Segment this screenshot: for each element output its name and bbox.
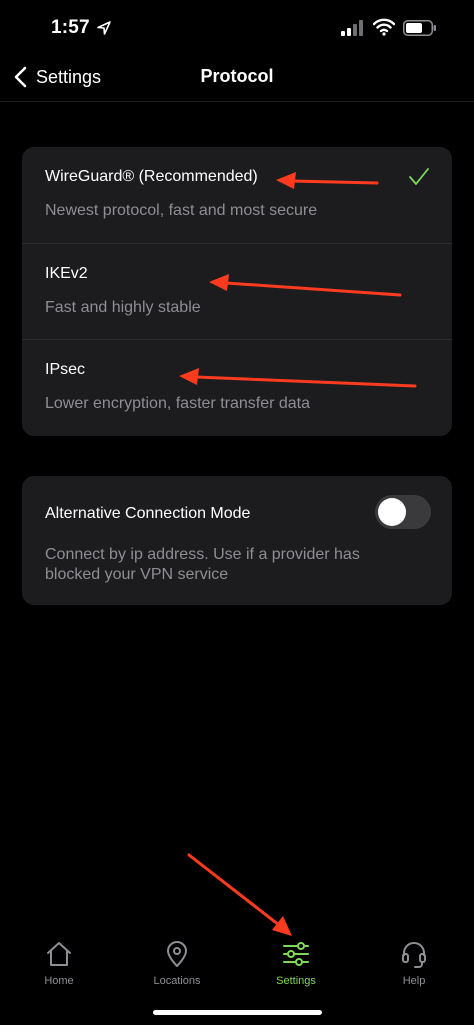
protocol-option-wireguard[interactable]: WireGuard® (Recommended) Newest protocol…: [22, 147, 452, 243]
protocol-description: Newest protocol, fast and most secure: [45, 202, 318, 219]
protocol-description: Fast and highly stable: [45, 299, 201, 316]
annotation-arrow-settings-tab: [187, 853, 292, 936]
protocol-option-ikev2[interactable]: IKEv2 Fast and highly stable: [22, 243, 452, 339]
protocol-name: IKEv2: [45, 265, 88, 282]
wifi-icon: [373, 18, 395, 36]
navigation-bar: Settings Protocol: [0, 56, 474, 102]
location-arrow-icon: [97, 21, 111, 35]
cellular-signal-icon: [341, 20, 363, 36]
battery-icon: [403, 20, 436, 36]
alternative-mode-toggle[interactable]: [375, 495, 431, 529]
tab-label: Locations: [153, 975, 201, 987]
tab-label: Home: [44, 975, 74, 987]
headset-icon: [402, 942, 426, 968]
protocol-list: WireGuard® (Recommended) Newest protocol…: [22, 147, 452, 436]
home-icon: [47, 942, 71, 966]
protocol-name: IPsec: [45, 361, 86, 378]
location-pin-icon: [167, 941, 187, 967]
status-time: 1:57: [51, 17, 90, 38]
tab-label: Settings: [276, 975, 316, 987]
sliders-icon: [283, 942, 309, 966]
tab-settings[interactable]: Settings: [246, 939, 346, 987]
tab-label: Help: [402, 975, 426, 987]
tab-home[interactable]: Home: [9, 939, 109, 987]
checkmark-icon: [409, 168, 429, 185]
protocol-name: WireGuard® (Recommended): [45, 168, 258, 185]
toggle-knob: [378, 498, 406, 526]
page-title: Protocol: [200, 66, 274, 86]
protocol-description: Lower encryption, faster transfer data: [45, 395, 311, 412]
alternative-mode-title: Alternative Connection Mode: [45, 505, 251, 522]
protocol-option-ipsec[interactable]: IPsec Lower encryption, faster transfer …: [22, 339, 452, 435]
alternative-mode-description: Connect by ip address. Use if a provider…: [45, 546, 360, 583]
alternative-connection-card: Alternative Connection Mode Connect by i…: [22, 476, 452, 605]
tab-help[interactable]: Help: [364, 939, 464, 987]
home-indicator: [153, 1010, 322, 1015]
status-bar: 1:57: [0, 0, 474, 56]
tab-locations[interactable]: Locations: [127, 939, 227, 987]
